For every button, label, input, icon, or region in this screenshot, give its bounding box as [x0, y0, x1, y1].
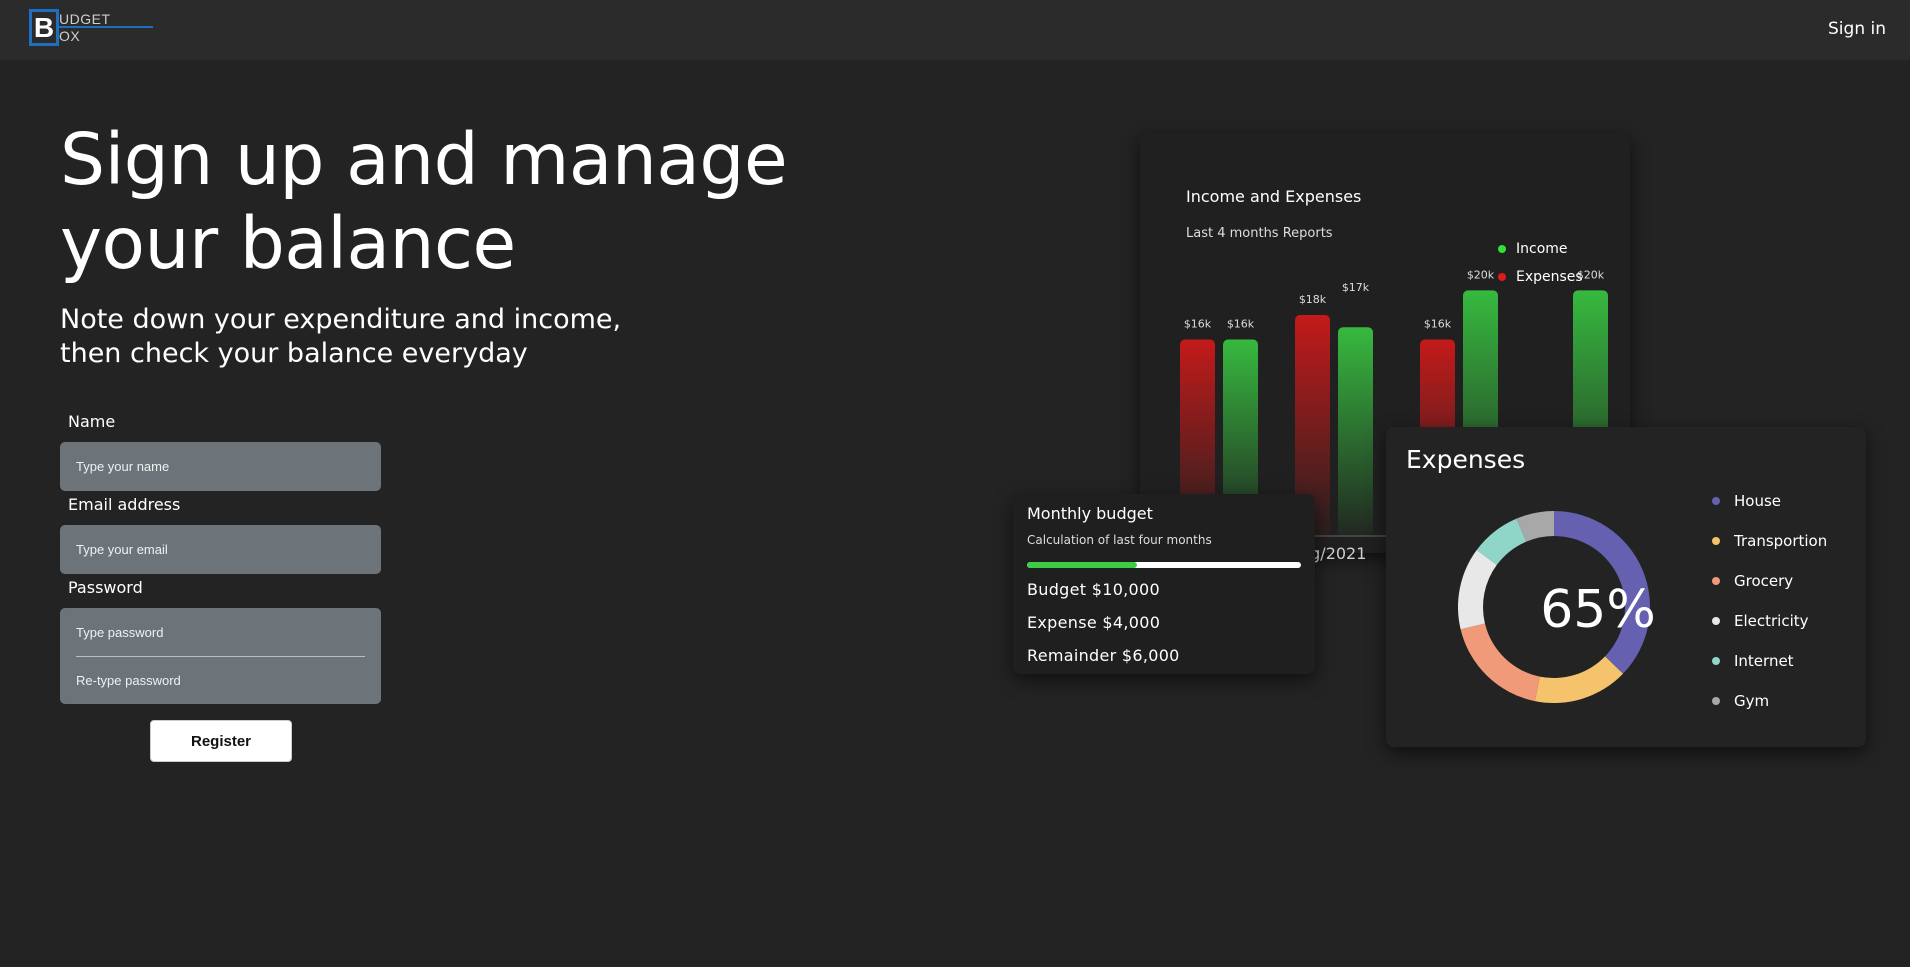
legend-label-internet: Internet: [1734, 652, 1794, 670]
legend-item-grocery: Grocery: [1712, 572, 1793, 590]
legend-item-transportion: Transportion: [1712, 532, 1827, 550]
password-group: [60, 608, 381, 704]
legend-label-grocery: Grocery: [1734, 572, 1794, 590]
logo-text-line2: OX: [59, 28, 81, 44]
logo-text-line1: UDGET: [59, 11, 111, 27]
budget-amount: Budget $10,000: [1027, 580, 1160, 599]
password-label: Password: [68, 578, 143, 597]
legend-dot-electricity: [1712, 617, 1720, 625]
email-label: Email address: [68, 495, 181, 514]
monthly-budget-title: Monthly budget: [1027, 504, 1153, 523]
legend-label-gym: Gym: [1734, 692, 1770, 710]
legend-item-house: House: [1712, 492, 1781, 510]
legend-item-electricity: Electricity: [1712, 612, 1809, 630]
bar-label-expenses-1: $18k: [1299, 293, 1327, 306]
budget-progress-fill: [1027, 562, 1137, 568]
legend-dot-house: [1712, 497, 1720, 505]
legend-label-electricity: Electricity: [1734, 612, 1809, 630]
subtitle-line-1: Note down your expenditure and income,: [60, 304, 622, 335]
register-button[interactable]: Register: [150, 720, 292, 762]
logo-letter: B: [29, 9, 59, 46]
password-input[interactable]: [60, 608, 381, 656]
bar-income-1: [1338, 327, 1373, 536]
monthly-budget-card: Monthly budget Calculation of last four …: [1013, 494, 1315, 674]
bar-label-income-2: $20k: [1467, 268, 1495, 281]
name-input[interactable]: [60, 442, 381, 491]
legend-dot-transportion: [1712, 537, 1720, 545]
subtitle-line-2: then check your balance everyday: [60, 338, 528, 369]
sign-in-link[interactable]: Sign in: [1828, 19, 1886, 39]
bar-label-expenses-0: $16k: [1184, 318, 1212, 331]
legend-label-transportion: Transportion: [1734, 532, 1828, 550]
budget-box-logo[interactable]: B UDGET OX: [29, 9, 153, 47]
legend-dot-grocery: [1712, 577, 1720, 585]
legend-item-gym: Gym: [1712, 692, 1769, 710]
bar-label-income-1: $17k: [1342, 281, 1370, 294]
bar-label-expenses-2: $16k: [1424, 318, 1452, 331]
legend-dot-internet: [1712, 657, 1720, 665]
email-input[interactable]: [60, 525, 381, 574]
expenses-card: Expenses 65% House Transportion Grocery Ele…: [1386, 427, 1866, 747]
top-bar: B UDGET OX Sign in: [0, 0, 1910, 60]
donut-slice-electricity: [1458, 550, 1497, 630]
expense-amount: Expense $4,000: [1027, 613, 1161, 632]
legend-item-internet: Internet: [1712, 652, 1794, 670]
name-label: Name: [68, 412, 116, 431]
budget-progress-bar: [1027, 562, 1301, 568]
legend-dot-gym: [1712, 697, 1720, 705]
expenses-percent: 65%: [1540, 580, 1656, 640]
bar-label-income-3: $20k: [1577, 268, 1605, 281]
monthly-budget-subtitle: Calculation of last four months: [1027, 533, 1212, 547]
page-title: Sign up and manage your balance: [60, 118, 788, 285]
page-subtitle: Note down your expenditure and income, t…: [60, 303, 680, 371]
bar-label-income-0: $16k: [1227, 318, 1255, 331]
remainder-amount: Remainder $6,000: [1027, 646, 1180, 665]
legend-label-house: House: [1734, 492, 1782, 510]
retype-password-input[interactable]: [60, 656, 381, 704]
donut-slice-transportion: [1534, 656, 1624, 703]
